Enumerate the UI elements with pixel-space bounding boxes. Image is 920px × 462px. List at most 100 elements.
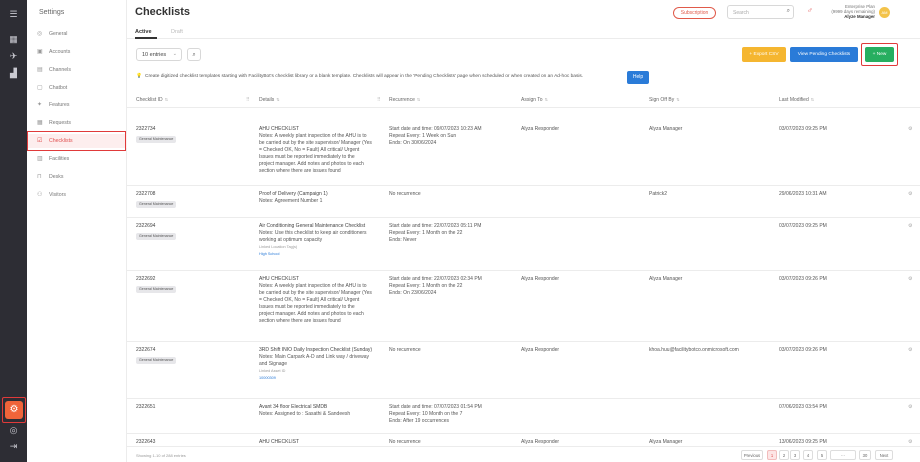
- sidebar-item-general[interactable]: ◎ General: [27, 27, 127, 41]
- column-header[interactable]: Sign Off By ⇅: [649, 97, 680, 103]
- subscription-button[interactable]: Subscription: [673, 7, 716, 19]
- menu-icon[interactable]: ☰: [7, 8, 20, 21]
- row-settings-icon[interactable]: ⚙: [908, 223, 912, 229]
- pagination-3[interactable]: 3: [790, 450, 800, 460]
- column-header[interactable]: Last Modified ⇅: [779, 97, 814, 103]
- help-circle-icon[interactable]: ◎: [7, 424, 20, 437]
- checklist-notes-line: project manager. Add notes and photos to…: [259, 311, 364, 317]
- sort-icon: ⇅: [676, 97, 680, 102]
- column-header[interactable]: Checklist ID ⇅: [136, 97, 168, 103]
- row-settings-icon[interactable]: ⚙: [908, 404, 912, 410]
- checklist-id[interactable]: 2322643: [136, 439, 155, 446]
- column-header[interactable]: Recurrence ⇅: [389, 97, 420, 103]
- search-input[interactable]: Search ⌕: [727, 5, 794, 19]
- checklist-id[interactable]: 2322692: [136, 276, 155, 283]
- checklist-notes-line: = Checked OK, No = Fault) All critical/ …: [259, 297, 360, 303]
- tab-draft[interactable]: Draft: [171, 29, 183, 35]
- view-pending-checklists-button[interactable]: View Pending Checklists: [790, 47, 858, 62]
- sidebar-item-desks[interactable]: ⊓ Desks: [27, 170, 127, 184]
- assign-to: Alyza Responder: [521, 347, 560, 353]
- export-csv-button[interactable]: + Export CSV: [742, 47, 786, 62]
- checklist-notes-line: Notes: Main Carpark A-D and Link way / d…: [259, 354, 370, 360]
- tab-active[interactable]: Active: [135, 29, 152, 35]
- column-header[interactable]: Details ⇅: [259, 97, 280, 103]
- checklist-id[interactable]: 2322734: [136, 126, 155, 133]
- recurrence-cell: No recurrence: [389, 439, 509, 446]
- account-info[interactable]: Enterprise Plan (9999 days remaining) Al…: [815, 4, 875, 20]
- dashboard-icon[interactable]: ▦: [7, 33, 20, 46]
- desk-icon: ⊓: [37, 174, 42, 180]
- details-cell: Air Conditioning General Maintenance Che…: [259, 223, 381, 258]
- recurrence-line: Repeat Every: 1 Month on the 22: [389, 283, 463, 289]
- checklist-id[interactable]: 2322651: [136, 404, 155, 411]
- checklist-notes-line: be carried out by the site supervisor/ M…: [259, 140, 372, 146]
- sidebar-item-chatbot[interactable]: ▢ Chatbot: [27, 81, 127, 95]
- assign-to: Alyza Responder: [521, 439, 560, 445]
- entries-summary: Showing 1-10 of 288 entries: [136, 453, 186, 458]
- search-icon: ⌕: [192, 52, 196, 58]
- row-settings-icon[interactable]: ⚙: [908, 439, 912, 445]
- sign-off-by: Alyza Manager: [649, 439, 683, 445]
- facilities-icon: ▥: [37, 156, 43, 162]
- search-icon: ⌕: [786, 8, 790, 14]
- sidebar-item-label: Desks: [49, 174, 64, 180]
- send-icon[interactable]: ✈: [7, 50, 20, 63]
- sidebar-item-visitors[interactable]: ⚇ Visitors: [27, 188, 127, 202]
- sign-off-by: Alyza Manager: [649, 276, 683, 282]
- pagination-4[interactable]: 4: [803, 450, 813, 460]
- recurrence-cell: Start date and time: 22/07/2023 02:34 PM…: [389, 276, 509, 297]
- help-button[interactable]: Help: [627, 71, 649, 84]
- recurrence-cell: No recurrence: [389, 191, 509, 198]
- table-row[interactable]: 2322651 Avant 34 floor Electrical SMDB Not…: [127, 400, 920, 434]
- checklist-id[interactable]: 2322694: [136, 223, 155, 230]
- table-row[interactable]: 2322674 General Maintenance 3RD Shift INIO…: [127, 343, 920, 399]
- assign-to: Alyza Responder: [521, 126, 560, 132]
- drag-handle-icon[interactable]: ⠿: [246, 97, 250, 103]
- table-row[interactable]: 2322692 General Maintenance AHU CHECKLIST N…: [127, 272, 920, 342]
- linked-value-link[interactable]: High School: [259, 251, 381, 258]
- checklist-notes-line: = Checked OK, No = Fault) All critical/ …: [259, 147, 360, 153]
- checklist-id[interactable]: 2322708: [136, 191, 155, 198]
- pagination-previous[interactable]: Previous: [741, 450, 763, 460]
- linked-value-link[interactable]: 10000309: [259, 375, 381, 382]
- checklist-name: AHU CHECKLIST: [259, 126, 300, 132]
- last-modified: 29/06/2023 10:31 AM: [779, 191, 827, 197]
- row-settings-icon[interactable]: ⚙: [908, 191, 912, 197]
- checklist-id[interactable]: 2322674: [136, 347, 155, 354]
- column-header[interactable]: Assign To ⇅: [521, 97, 548, 103]
- entries-select[interactable]: 10 entries ⌄: [136, 48, 182, 61]
- recurrence-line: Repeat Every: 1 Week on Sun: [389, 133, 457, 139]
- channels-icon: ▤: [37, 67, 43, 73]
- sidebar-item-features[interactable]: ✦ Features: [27, 98, 127, 112]
- settings-gear-icon[interactable]: ⚙: [5, 401, 23, 419]
- table-row[interactable]: 2322694 General Maintenance Air Conditioni…: [127, 219, 920, 271]
- table-row[interactable]: 2322708 General Maintenance Proof of Deliv…: [127, 187, 920, 218]
- row-settings-icon[interactable]: ⚙: [908, 347, 912, 353]
- pagination-1[interactable]: 1: [767, 450, 777, 460]
- pagination-2[interactable]: 2: [779, 450, 789, 460]
- pagination-next[interactable]: Next: [875, 450, 893, 460]
- sidebar-item-channels[interactable]: ▤ Channels: [27, 63, 127, 77]
- table-row[interactable]: 2322734 General Maintenance AHU CHECKLIST N…: [127, 122, 920, 186]
- notification-icon[interactable]: ♂: [807, 6, 813, 15]
- table-search-button[interactable]: ⌕: [187, 48, 201, 61]
- drag-handle-icon[interactable]: ⠿: [377, 97, 381, 103]
- sidebar-item-facilities[interactable]: ▥ Facilities: [27, 152, 127, 166]
- row-settings-icon[interactable]: ⚙: [908, 126, 912, 132]
- sidebar-item-label: Visitors: [49, 192, 66, 198]
- new-checklist-button[interactable]: + New: [865, 47, 894, 62]
- sidebar-item-label: Facilities: [49, 156, 70, 162]
- pagination-30[interactable]: 30: [859, 450, 871, 460]
- avatar[interactable]: AM: [879, 7, 890, 18]
- analytics-icon[interactable]: ▟: [7, 67, 20, 80]
- sidebar-item-accounts[interactable]: ▣ Accounts: [27, 45, 127, 59]
- checklist-name: 3RD Shift INIO Daily Inspection Checklis…: [259, 347, 373, 353]
- table-row[interactable]: 2322643 AHU CHECKLIST No recurrence Alyza R…: [127, 435, 920, 447]
- checklist-notes-line: section where there are issues found: [259, 168, 341, 174]
- pagination-5[interactable]: 5: [817, 450, 827, 460]
- sidebar-item-requests[interactable]: ▦ Requests: [27, 116, 127, 130]
- row-settings-icon[interactable]: ⚙: [908, 276, 912, 282]
- pagination-ellipsis: ···: [830, 450, 856, 460]
- logout-icon[interactable]: ⇥: [7, 440, 20, 453]
- category-badge: General Maintenance: [136, 233, 177, 240]
